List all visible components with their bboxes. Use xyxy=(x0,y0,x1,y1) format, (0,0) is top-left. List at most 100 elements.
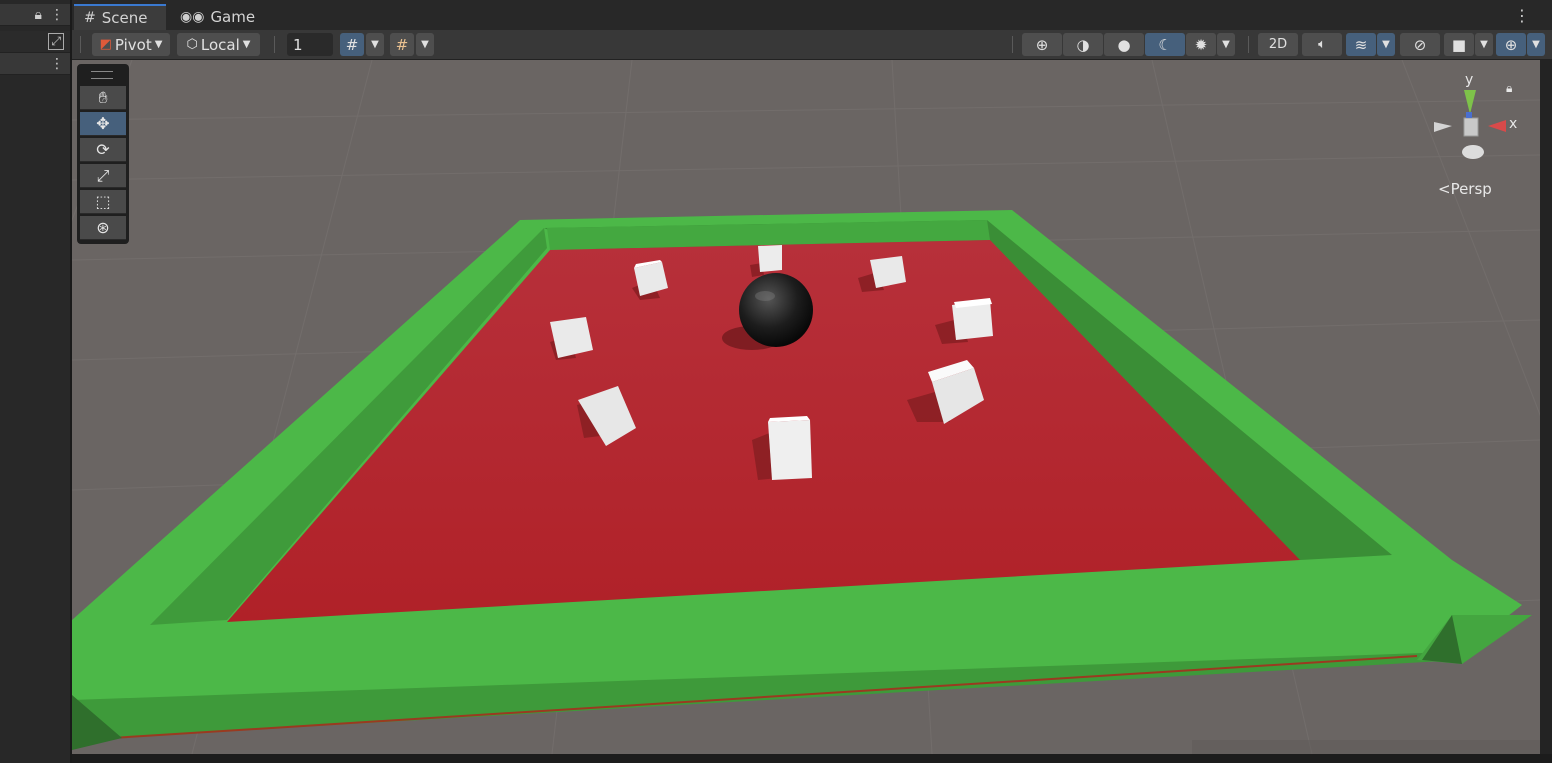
tab-scene[interactable]: # Scene xyxy=(74,4,166,30)
gizmo-x-label: x xyxy=(1509,116,1518,132)
grid-snap-toggle[interactable]: # xyxy=(340,33,364,56)
hand-icon: ✋︎ xyxy=(98,87,108,107)
right-edge-strip xyxy=(1540,60,1552,754)
kebab-menu-icon[interactable]: ⋮ xyxy=(50,7,64,23)
grid-size-value: 1 xyxy=(293,35,303,54)
scene-render xyxy=(72,60,1540,754)
grid-icon: # xyxy=(84,10,96,26)
rect-tool-button[interactable]: ⬚ xyxy=(80,190,126,214)
camera-icon: ■ xyxy=(1451,35,1467,54)
chevron-down-icon: ▼ xyxy=(1532,39,1540,50)
cube xyxy=(768,420,812,480)
palette-grip-handle[interactable] xyxy=(91,71,113,79)
sphere-highlight xyxy=(755,291,775,301)
scale-tool-button[interactable]: ⤢ xyxy=(80,164,126,188)
move-arrows-icon: ✥ xyxy=(96,114,110,133)
black-sphere xyxy=(739,273,813,347)
debug-draw-button[interactable]: ✹ xyxy=(1186,33,1216,56)
kebab-menu-icon[interactable]: ⋮ xyxy=(50,56,64,72)
increment-snap-toggle[interactable]: # xyxy=(390,33,414,56)
mode-2d-button[interactable]: 2D xyxy=(1258,33,1298,56)
grid-snap-icon: # xyxy=(345,35,359,54)
eye-slash-icon: ⊘ xyxy=(1413,35,1427,54)
shaded-wireframe-mode-button[interactable]: ◑ xyxy=(1063,33,1103,56)
tab-game-label: Game xyxy=(210,8,256,26)
mode-2d-label: 2D xyxy=(1268,37,1288,52)
shaded-wireframe-icon: ◑ xyxy=(1076,35,1090,54)
toolbar-separator xyxy=(274,36,275,53)
local-icon: ⬡ xyxy=(186,37,198,52)
gizmo-center-cube xyxy=(1463,117,1479,137)
gizmos-dropdown[interactable]: ▼ xyxy=(1527,33,1545,56)
gizmo-x-cone xyxy=(1488,120,1506,132)
move-tool-button[interactable]: ✥ xyxy=(80,112,126,136)
gizmos-toggle-button[interactable]: ⊕ xyxy=(1496,33,1526,56)
gizmo-neg-y-cone xyxy=(1462,145,1484,159)
grid-size-input[interactable]: 1 xyxy=(287,33,333,56)
gizmo-lock-icon[interactable]: 🔒︎ xyxy=(1506,81,1512,96)
gizmo-neg-x-cone xyxy=(1434,122,1452,132)
toolbar-separator xyxy=(1012,36,1013,53)
hand-tool-button[interactable]: ✋︎ xyxy=(80,86,126,110)
scale-icon: ⤢ xyxy=(96,165,110,185)
increment-snap-dropdown[interactable]: ▼ xyxy=(416,33,434,56)
camera-settings-button[interactable]: ■ xyxy=(1444,33,1474,56)
chevron-down-icon: ▼ xyxy=(154,39,163,50)
transform-tool-button[interactable]: ⊛ xyxy=(80,216,126,240)
gizmo-globe-icon: ⊕ xyxy=(1504,35,1518,54)
local-label: Local xyxy=(200,35,240,54)
audio-toggle-button[interactable]: 🔈︎ xyxy=(1302,33,1342,56)
wireframe-globe-icon: ⊕ xyxy=(1035,35,1049,54)
maximize-icon[interactable]: ⤢ xyxy=(48,33,64,50)
tool-palette: ✋︎ ✥ ⟳ ⤢ ⬚ ⊛ xyxy=(77,64,129,244)
left-panel-subheader: ⋮ xyxy=(0,53,70,75)
gizmo-z-cone xyxy=(1466,112,1472,118)
increment-snap-icon: # xyxy=(395,35,409,54)
pivot-dropdown[interactable]: ◩ Pivot ▼ xyxy=(92,33,170,56)
chevron-down-icon: ▼ xyxy=(371,39,379,50)
debug-draw-dropdown[interactable]: ▼ xyxy=(1217,33,1235,56)
left-panel-search-row: ⤢ xyxy=(0,31,70,53)
toolbar-separator xyxy=(80,36,81,53)
tab-scene-label: Scene xyxy=(101,9,148,27)
wireframe-mode-button[interactable]: ⊕ xyxy=(1022,33,1062,56)
moon-icon: ☾ xyxy=(1158,35,1172,54)
bottom-edge-strip xyxy=(72,754,1552,763)
bug-icon: ✹ xyxy=(1194,35,1208,54)
gizmo-y-label: y xyxy=(1465,72,1474,88)
grid-snap-dropdown[interactable]: ▼ xyxy=(366,33,384,56)
left-panel-header: 🔒︎ ⋮ xyxy=(0,4,70,26)
effects-toggle-button[interactable]: ≋ xyxy=(1346,33,1376,56)
chevron-down-icon: ▼ xyxy=(1382,39,1390,50)
shaded-sphere-icon: ● xyxy=(1117,35,1131,54)
gamepad-icon: ◉◉ xyxy=(180,9,205,25)
unlit-mode-button[interactable]: ☾ xyxy=(1145,33,1185,56)
tab-bar: # Scene ◉◉ Game ⋮ xyxy=(72,0,1552,31)
speaker-muted-icon: 🔈︎ xyxy=(1318,37,1326,52)
local-dropdown[interactable]: ⬡ Local ▼ xyxy=(177,33,260,56)
effects-dropdown[interactable]: ▼ xyxy=(1377,33,1395,56)
tab-game[interactable]: ◉◉ Game xyxy=(170,4,260,30)
tab-kebab-menu-icon[interactable]: ⋮ xyxy=(1514,6,1530,25)
cube xyxy=(758,245,782,272)
left-panel: 🔒︎ ⋮ ⤢ ⋮ xyxy=(0,0,72,763)
pivot-label: Pivot xyxy=(114,35,152,54)
camera-settings-dropdown[interactable]: ▼ xyxy=(1475,33,1493,56)
layers-icon: ≋ xyxy=(1354,35,1368,54)
shaded-mode-button[interactable]: ● xyxy=(1104,33,1144,56)
scene-toolbar: ◩ Pivot ▼ ⬡ Local ▼ 1 # ▼ # ▼ ⊕ ◑ ● ☾ ✹ … xyxy=(72,30,1552,60)
lock-icon[interactable]: 🔒︎ xyxy=(35,7,42,23)
chevron-down-icon: ▼ xyxy=(1222,39,1230,50)
rotate-tool-button[interactable]: ⟳ xyxy=(80,138,126,162)
scene-viewport[interactable] xyxy=(72,60,1540,754)
chevron-down-icon: ▼ xyxy=(421,39,429,50)
transform-icon: ⊛ xyxy=(96,218,110,237)
toolbar-separator xyxy=(1248,36,1249,53)
rotate-icon: ⟳ xyxy=(96,140,110,159)
chevron-down-icon: ▼ xyxy=(1480,39,1488,50)
gizmo-y-cone xyxy=(1464,90,1476,114)
projection-toggle[interactable]: <Persp xyxy=(1438,180,1492,198)
rect-transform-icon: ⬚ xyxy=(95,192,111,211)
hidden-objects-toggle[interactable]: ⊘ xyxy=(1400,33,1440,56)
viewport-overlay-bar xyxy=(1192,740,1540,754)
